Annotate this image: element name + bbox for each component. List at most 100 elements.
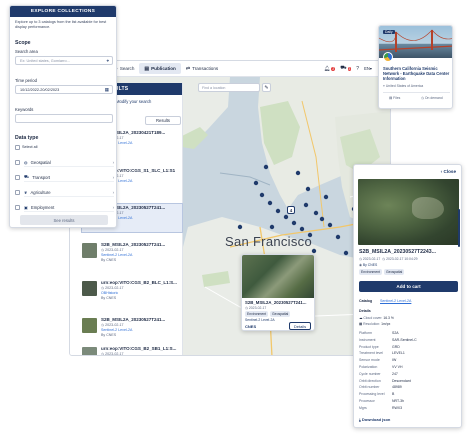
dataset-tag: Daily [383,30,395,34]
category-checkbox[interactable] [15,160,20,165]
popup-tags: Environment Geospatial [245,311,291,317]
category-row[interactable]: ❦ Agriculture › [24,188,114,197]
details-button[interactable]: Details [289,322,311,330]
add-to-cart-button[interactable]: Add to cart [359,281,458,292]
category-row[interactable]: ▣ Employment › [24,203,114,212]
chevron-right-icon: › [112,189,114,195]
time-period-input[interactable]: 10/12/2022-20/02/2023 ▦ [15,85,113,94]
results-button[interactable]: Results [145,116,181,125]
help-icon[interactable]: ? [356,66,359,72]
result-thumbnail [82,318,97,333]
result-item[interactable]: urn:eop:VITO:CGS_B2_BLC_L1:S... ◷ 2023-02… [82,279,182,307]
attribute-row: Processor NRT-3h [359,399,451,403]
attribute-key: Orbit direction [359,378,381,383]
tag-pill: Geospatial [384,269,405,275]
leaf-icon: ❦ [24,189,28,195]
category-label: Geospatial [30,159,51,165]
attribute-value: LEVEL1 [392,351,405,356]
attribute-value: GRD [392,344,400,349]
keywords-input[interactable] [15,114,113,123]
result-level: Sentinel-2 Level-2A [101,328,133,332]
attribute-row: Orbit direction Descendant [359,379,451,383]
attribute-key: Orbit number [359,385,380,390]
city-label: San Francisco [225,234,312,249]
attribute-value: 247 [392,371,398,376]
truck-icon: ⛟ [24,174,30,179]
category-checkbox[interactable] [15,190,20,195]
catalog-link[interactable]: Sentinel-2 Level-2A [380,299,411,303]
notification-badge: 2 [331,66,336,71]
download-json-link[interactable]: ⤓ Download json [359,417,390,422]
draw-pen-button[interactable]: ✎ [262,83,271,92]
category-checkbox[interactable] [15,205,20,210]
attribute-row: Orbit number 48989 [359,385,451,389]
delivery-label: ◷ On demand [421,96,443,100]
detail-scrollbar[interactable] [458,209,460,247]
detail-dates: ◷ 2023-02-17 ◷ 2023-02-17 10:04:29 [359,257,418,261]
attribute-value: Descendant [392,378,411,383]
result-provider: By CNES [101,258,117,262]
product-detail-panel: ‹ Close S2B_MSIL2A_20230527T2243... ◷ 20… [353,164,462,428]
bell-icon[interactable]: 🔔︎ [324,66,330,72]
detail-image [358,179,459,245]
keywords-label: Keywords [15,107,34,112]
attribute-key: Mgrs [359,405,367,410]
card-divider [383,92,450,93]
attribute-row: Processing level B [359,392,451,396]
dataset-location: ⌖ United States of America [383,84,424,88]
attribute-row: Platform S2A [359,331,451,335]
search-area-input[interactable]: Ex: United states, Gomiarro... ⌖ [15,56,113,65]
tag-pill: Environment [245,311,269,317]
category-row[interactable]: ⛟ Transport › [24,173,114,182]
result-date: ◷ 2023-02-17 [101,323,124,327]
modify-search-link[interactable]: Modify your search [116,99,151,104]
result-level: OBHistoric [101,291,119,295]
tag-pill: Geospatial [270,311,291,317]
globe-icon: ◍ [24,159,28,165]
files-label: ▤ Files [389,96,401,100]
popup-thumbnail [242,255,314,298]
result-item[interactable]: S2B_MSIL2A_20230527T241...◷ 2023-02-17Se… [82,316,182,344]
download-icon: ⤓ [359,417,361,422]
data-type-title: Data type [15,135,39,141]
category-row[interactable]: ◍ Geospatial › [24,158,114,167]
attribute-row: Instrument SAR-Sentinel-C [359,338,451,342]
tab-transactions[interactable]: ⇄ Transactions [181,63,223,74]
see-results-button[interactable]: See results [20,215,108,225]
attribute-value: B [392,392,395,397]
attribute-row: Treatment level LEVEL1 [359,351,451,355]
attribute-row: Sensor mode IW [359,358,451,362]
tag-pill: Environment [359,269,383,275]
detail-tags: Environment Geospatial [359,269,405,275]
chevron-right-icon: › [112,204,114,210]
select-all-checkbox[interactable] [15,145,20,150]
category-label: Transport [32,174,51,180]
close-button[interactable]: ‹ Close [441,169,456,174]
language-select[interactable]: EN▾ [364,66,372,71]
cart-icon[interactable]: ⛟ [340,65,346,72]
popup-date: ◷ 2023-02-17 [245,306,267,310]
tab-publication[interactable]: ▤ Publication [139,63,181,74]
result-level: Sentinel-2 Level-2A [101,253,133,257]
attribute-value: SAR-Sentinel-C [392,337,417,342]
attribute-row: Product type GRD [359,345,451,349]
attribute-row: Polarization VV VH [359,365,451,369]
category-label: Employment [30,204,55,210]
attribute-key: Platform [359,331,373,335]
scope-title: Scope [15,40,31,46]
map-cluster-marker[interactable]: 4 [287,206,295,214]
result-date: ◷ 2023-02-17 [101,286,124,290]
map-search-input[interactable]: Find a location [198,83,260,92]
detail-title: S2B_MSIL2A_20230527T2243... [359,249,436,255]
result-item[interactable]: S2B_MSIL2A_20230527T241...◷ 2023-02-17Se… [82,241,182,269]
dataset-card[interactable]: Daily Southern California Seismic Networ… [378,25,453,109]
search-area-label: Search area [15,49,38,54]
attribute-key: Sensor mode [359,358,380,363]
calendar-icon: ▦ [104,86,109,92]
attribute-key: Instrument [359,337,376,342]
result-item[interactable]: urn:eop:VITO:CGS_B2_SB1_L1:S... ◷ 2023-02… [82,345,182,355]
category-checkbox[interactable] [15,175,20,180]
attribute-value: S2A [392,331,399,335]
attribute-key: Processor [359,399,375,403]
dataset-title: Southern California Seismic Network - Ea… [383,66,450,81]
